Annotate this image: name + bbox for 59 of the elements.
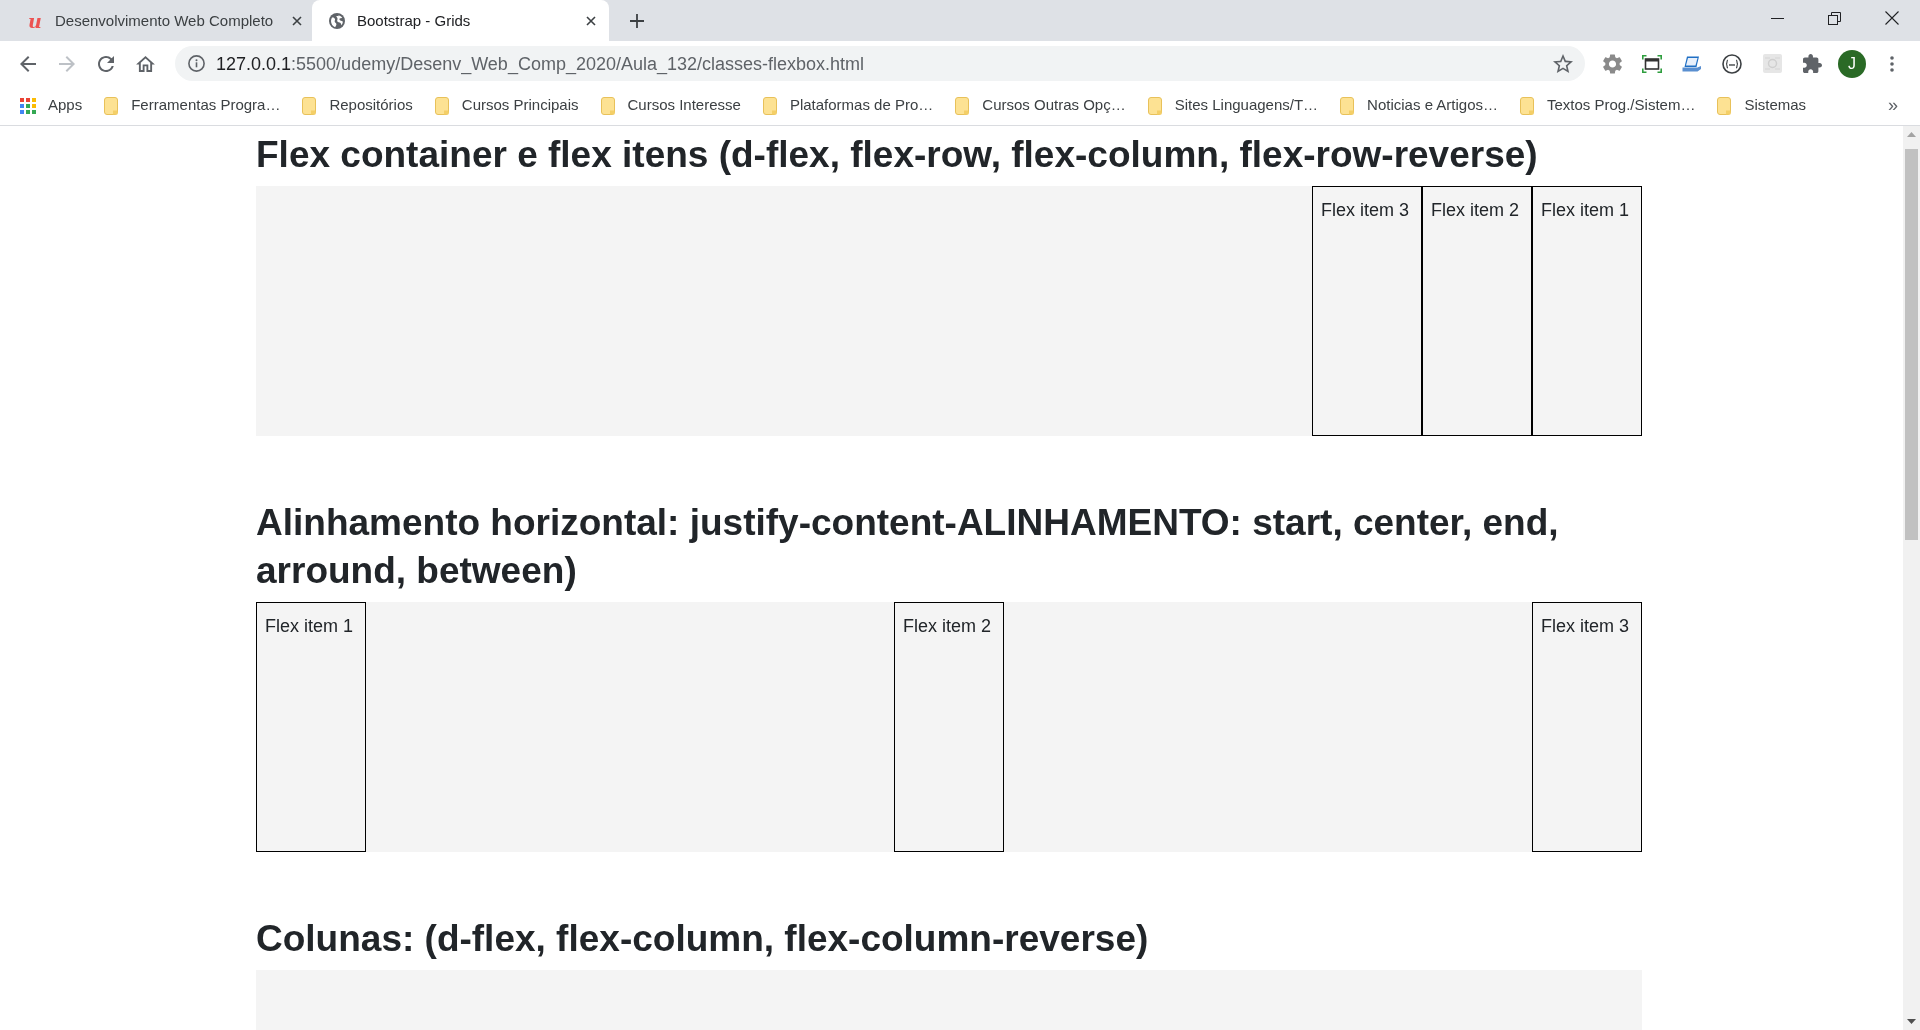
flex-item: Flex item 2 <box>1422 186 1532 436</box>
folder-icon <box>1340 96 1355 115</box>
grid-icon <box>20 97 36 114</box>
folder-icon <box>302 96 317 115</box>
bookmark-folder[interactable]: Plataformas de Pro… <box>751 90 945 121</box>
screen-frame-icon[interactable] <box>1642 54 1662 73</box>
folder-icon <box>955 96 970 115</box>
flex-item: Flex item 1 <box>256 602 366 852</box>
bookmark-folder[interactable]: Noticias e Artigos… <box>1329 90 1509 121</box>
flex-item: Flex item 3 <box>1312 186 1422 436</box>
restore-icon[interactable] <box>1828 11 1841 25</box>
arrow-left-icon[interactable] <box>20 55 36 72</box>
bookmark-folder[interactable]: Sites Linguagens/T… <box>1136 90 1330 121</box>
folder-icon <box>104 96 119 115</box>
address-bar[interactable]: 127.0.0.1:5500/udemy/Desenv_Web_Comp_2020/Aula_132/classes-flexbox.html <box>175 46 1585 81</box>
bookmark-folder[interactable]: Textos Prog./Sistem… <box>1509 90 1707 121</box>
profile-avatar[interactable]: J <box>1838 49 1866 78</box>
scrollbar[interactable] <box>1903 126 1920 1030</box>
bookmark-folder[interactable]: Cursos Interesse <box>589 90 752 121</box>
bookmark-folder[interactable]: Repositórios <box>291 90 424 121</box>
folder-icon <box>434 96 449 115</box>
faded-tile-icon[interactable] <box>1762 54 1782 73</box>
scroll-down-icon[interactable] <box>1907 1019 1916 1024</box>
bookmark-folder[interactable]: Ferramentas Progra… <box>93 90 292 121</box>
globe-icon <box>329 12 345 29</box>
folder-icon <box>762 96 777 115</box>
puzzle-icon[interactable] <box>1802 54 1822 73</box>
tab[interactable]: Bootstrap - Grids <box>312 0 609 41</box>
folder-icon <box>1717 96 1732 115</box>
plus-icon[interactable] <box>630 13 644 28</box>
bookmarks-overflow-button[interactable]: » <box>1878 90 1908 121</box>
reload-icon[interactable] <box>98 55 114 72</box>
bookmark-folder[interactable]: Cursos Outras Opç… <box>944 90 1137 121</box>
section-heading: Alinhamento horizontal: justify-content-ALINHAMENTO: start, center, end, arround, between) <box>256 501 1560 593</box>
close-icon[interactable] <box>292 15 302 26</box>
dots-circle-icon[interactable] <box>1722 53 1742 74</box>
folder-icon <box>1520 96 1534 115</box>
section-heading: Flex container e flex itens (d-flex, flex-row, flex-column, flex-row-reverse) <box>256 133 1539 177</box>
home-icon[interactable] <box>135 55 155 72</box>
section-heading: Colunas: (d-flex, flex-column, flex-column-reverse) <box>256 917 1150 961</box>
info-icon[interactable] <box>188 55 205 72</box>
folder-icon <box>600 96 615 115</box>
bookmark-folder[interactable]: Cursos Principais <box>423 90 590 121</box>
apps-button[interactable]: Apps <box>9 90 94 121</box>
tab-favicon: u <box>27 11 43 30</box>
flex-item: Flex item 3 <box>1532 602 1642 852</box>
close-icon[interactable] <box>1884 11 1899 25</box>
bookmark-folder[interactable]: Sistemas <box>1706 90 1818 121</box>
laptop-icon[interactable] <box>1682 55 1702 72</box>
scrollbar-thumb[interactable] <box>1905 149 1918 540</box>
menu-icon[interactable] <box>1890 55 1894 72</box>
minimize-icon[interactable] <box>1771 17 1784 19</box>
tab[interactable]: u Desenvolvimento Web Completo <box>15 0 312 41</box>
gear-icon[interactable] <box>1602 53 1622 74</box>
close-icon[interactable] <box>586 15 596 26</box>
star-icon[interactable] <box>1553 54 1573 73</box>
flex-item: Flex item 2 <box>894 602 1004 852</box>
folder-icon <box>1147 96 1162 115</box>
flex-item: Flex item 1 <box>1532 186 1642 436</box>
